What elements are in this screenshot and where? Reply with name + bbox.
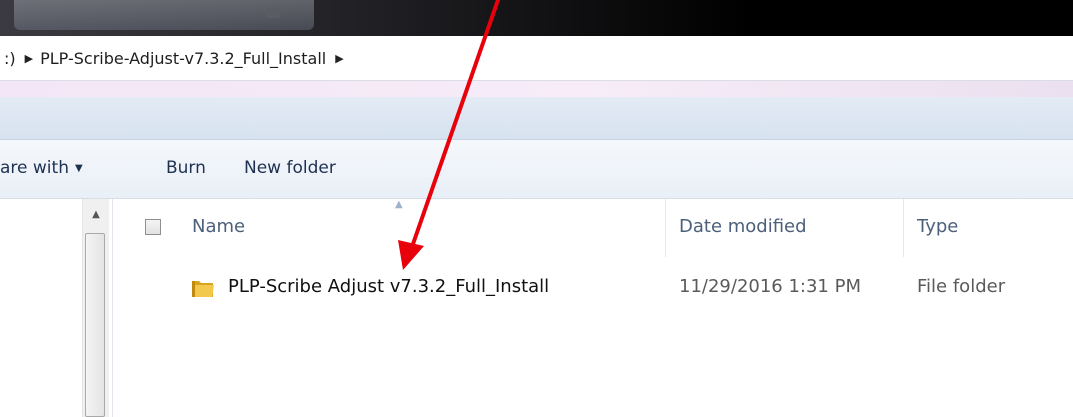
column-header-type[interactable]: Type [917, 216, 958, 237]
breadcrumb-chevron-icon[interactable]: ▶ [335, 52, 343, 65]
close-icon [266, 8, 280, 18]
chevron-down-icon: ▼ [74, 163, 83, 174]
folder-icon [192, 281, 214, 297]
new-folder-button[interactable]: New folder [244, 158, 336, 178]
breadcrumb-chevron-icon[interactable]: ▶ [25, 52, 33, 65]
column-header-name[interactable]: Name [192, 216, 245, 237]
burn-button[interactable]: Burn [166, 158, 206, 178]
scroll-thumb[interactable] [85, 233, 105, 417]
address-bar[interactable]: :) ▶ PLP-Scribe-Adjust-v7.3.2_Full_Insta… [0, 36, 1073, 81]
navigation-scrollbar[interactable]: ▲ [82, 199, 109, 417]
background-window-tab [14, 0, 314, 30]
menu-strip [0, 97, 1073, 140]
select-all-checkbox[interactable] [145, 219, 161, 235]
file-row[interactable]: PLP-Scribe Adjust v7.3.2_Full_Install 11… [113, 264, 1073, 304]
column-divider[interactable] [903, 199, 904, 257]
file-date-modified: 11/29/2016 1:31 PM [679, 276, 861, 297]
file-name[interactable]: PLP-Scribe Adjust v7.3.2_Full_Install [228, 276, 549, 297]
share-with-button[interactable]: are with ▼ [0, 158, 83, 178]
search-strip [0, 81, 1073, 97]
scroll-up-icon[interactable]: ▲ [83, 199, 109, 229]
breadcrumb-folder[interactable]: PLP-Scribe-Adjust-v7.3.2_Full_Install [40, 49, 326, 68]
breadcrumb-drive[interactable]: :) [4, 49, 16, 68]
command-toolbar: are with ▼ Burn New folder [0, 140, 1073, 199]
column-header-row: ▲ Name Date modified Type [113, 199, 1073, 257]
sort-ascending-icon: ▲ [395, 199, 403, 210]
column-header-date-modified[interactable]: Date modified [679, 216, 807, 237]
window-title-bar [0, 0, 1073, 36]
column-divider[interactable] [665, 199, 666, 257]
file-type: File folder [917, 276, 1006, 297]
share-with-label: are with [0, 158, 69, 178]
